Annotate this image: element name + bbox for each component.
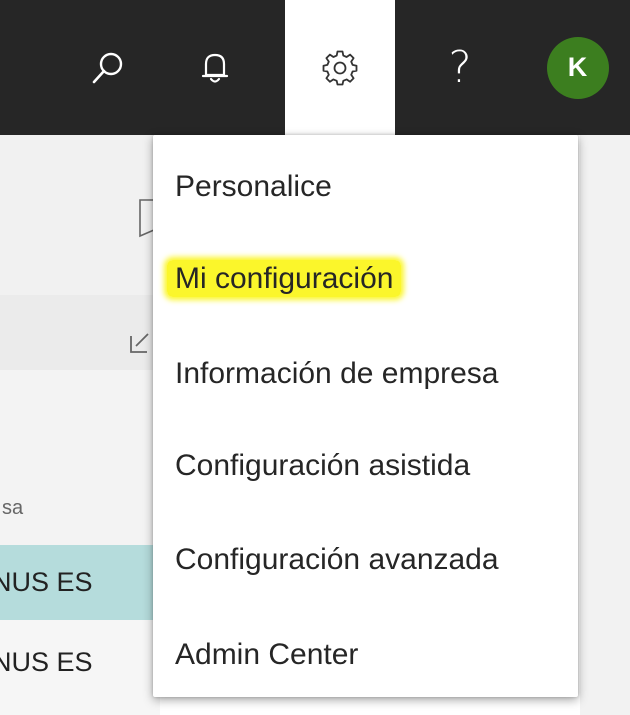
menu-item-assisted-setup[interactable]: Configuración asistida [175, 446, 470, 486]
search-button[interactable] [60, 0, 155, 135]
menu-item-personalize[interactable]: Personalice [175, 167, 332, 207]
menu-item-advanced-setup[interactable]: Configuración avanzada [175, 540, 499, 580]
menu-item-admin-center[interactable]: Admin Center [175, 635, 358, 675]
edit-icon[interactable] [128, 330, 154, 356]
notifications-button[interactable] [155, 0, 275, 135]
menu-item-label: Mi configuración [167, 260, 402, 297]
gear-icon [322, 50, 358, 85]
menu-item-label: Personalice [175, 170, 332, 203]
background-panel [0, 135, 160, 295]
help-button[interactable]: ? [400, 0, 520, 135]
user-avatar-button[interactable]: K [525, 0, 630, 135]
column-header-label: sa [2, 497, 24, 519]
menu-item-label: Configuración asistida [175, 449, 471, 482]
row-company-name: NUS ES [0, 567, 93, 597]
help-icon: ? [448, 41, 472, 93]
bell-icon [201, 53, 229, 83]
menu-item-label: Admin Center [175, 638, 359, 671]
avatar: K [546, 36, 609, 99]
search-icon [92, 52, 122, 83]
menu-item-label: Información de empresa [175, 357, 499, 390]
background-right-strip [580, 135, 630, 715]
row-company-name: NUS ES [0, 647, 93, 677]
settings-menu: Personalice Mi configuración Información… [153, 135, 578, 697]
menu-item-label: Configuración avanzada [175, 543, 499, 576]
settings-button[interactable] [285, 0, 395, 135]
menu-item-my-settings[interactable]: Mi configuración [167, 259, 402, 299]
menu-item-company-information[interactable]: Información de empresa [175, 354, 499, 394]
background-header-area [0, 370, 160, 545]
